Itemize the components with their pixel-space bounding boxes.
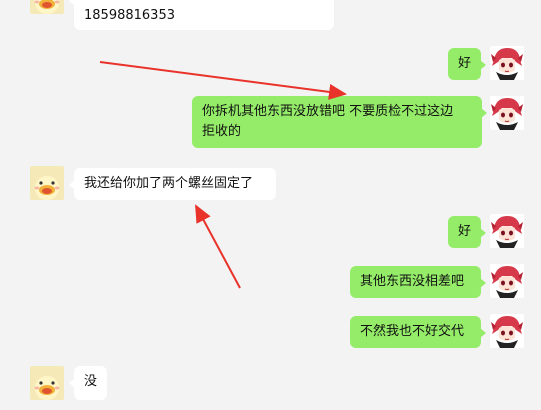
outgoing-message-bubble[interactable]: 好 xyxy=(448,216,486,248)
chick-avatar-icon xyxy=(30,0,64,14)
message-text: 好 xyxy=(458,56,472,71)
incoming-message-bubble[interactable]: 没 xyxy=(69,366,107,400)
incoming-message-bubble[interactable]: 18598816353 xyxy=(69,0,334,30)
outgoing-message-bubble[interactable]: 好 xyxy=(448,48,486,80)
message-text: 好 xyxy=(458,224,472,239)
annotation-arrow xyxy=(195,204,241,289)
anime-avatar-icon xyxy=(490,96,524,130)
anime-avatar-icon xyxy=(490,314,524,348)
annotation-arrow xyxy=(99,61,347,100)
my-avatar[interactable] xyxy=(490,264,524,298)
message-text-line2: 拒收的 xyxy=(202,124,242,139)
message-text: 18598816353 xyxy=(84,8,175,23)
contact-avatar[interactable] xyxy=(30,166,64,200)
my-avatar[interactable] xyxy=(490,214,524,248)
my-avatar[interactable] xyxy=(490,96,524,130)
message-text: 我还给你加了两个螺丝固定了 xyxy=(84,176,254,191)
chick-avatar-icon xyxy=(30,166,64,200)
contact-avatar[interactable] xyxy=(30,366,64,400)
outgoing-message-bubble[interactable]: 其他东西没相差吧 xyxy=(350,266,486,298)
contact-avatar[interactable] xyxy=(30,0,64,14)
anime-avatar-icon xyxy=(490,214,524,248)
outgoing-message-bubble[interactable]: 不然我也不好交代 xyxy=(350,316,486,348)
message-text: 没 xyxy=(84,374,98,389)
message-text: 其他东西没相差吧 xyxy=(360,274,465,289)
my-avatar[interactable] xyxy=(490,314,524,348)
outgoing-message-bubble[interactable]: 你拆机其他东西没放错吧 不要质检不过这边 拒收的 xyxy=(192,96,487,148)
incoming-message-bubble[interactable]: 我还给你加了两个螺丝固定了 xyxy=(69,168,276,200)
message-text: 不然我也不好交代 xyxy=(360,324,465,339)
message-text: 你拆机其他东西没放错吧 不要质检不过这边 xyxy=(202,104,454,119)
anime-avatar-icon xyxy=(490,264,524,298)
chick-avatar-icon xyxy=(30,366,64,400)
anime-avatar-icon xyxy=(490,46,524,80)
my-avatar[interactable] xyxy=(490,46,524,80)
